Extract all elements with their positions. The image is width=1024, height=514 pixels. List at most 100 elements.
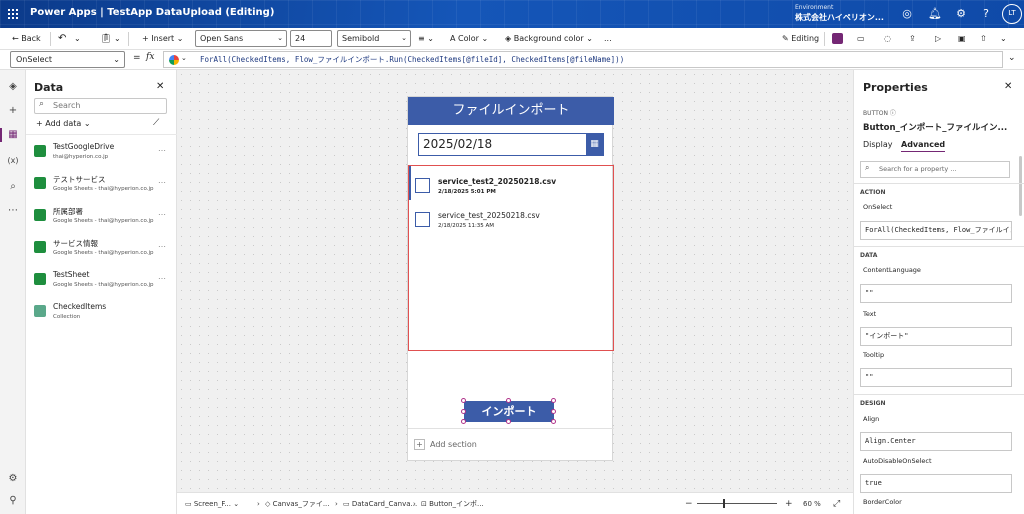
data-source-item[interactable]: CheckedItems Collection — [34, 302, 174, 334]
property-value-input[interactable]: Align.Center — [860, 432, 1012, 451]
comment-icon[interactable]: ▭ — [857, 31, 865, 47]
chevron-down-icon[interactable]: ⌄ — [1000, 31, 1007, 47]
breadcrumb-screen[interactable]: ▭ Screen_F... ⌄ — [185, 498, 239, 510]
more-button[interactable]: ... — [604, 31, 612, 47]
scrollbar[interactable] — [1019, 156, 1022, 216]
data-source-item[interactable]: TestGoogleDrive thai@hyperion.co.jp… — [34, 142, 174, 174]
data-icon[interactable]: ▦ — [6, 128, 20, 142]
property-value-input[interactable]: ForAll(CheckedItems, Flow_ファイルイン... — [860, 221, 1012, 240]
data-source-item[interactable]: 所属部署 Google Sheets - thai@hyperion.co.jp… — [34, 206, 174, 238]
property-value-input[interactable]: "インポート" — [860, 327, 1012, 346]
avatar[interactable]: LT — [1002, 4, 1022, 24]
copilot-formula-icon[interactable] — [169, 55, 179, 65]
gallery-item[interactable]: service_test2_20250218.csv 2/18/2025 5:01… — [415, 170, 605, 204]
search-icon[interactable]: ⌕ — [6, 180, 20, 194]
background-color-button[interactable]: ◈ Background color ⌄ — [505, 31, 593, 47]
data-source-item[interactable]: サービス情報 Google Sheets - thai@hyperion.co.j… — [34, 238, 174, 270]
resize-handle[interactable] — [461, 409, 466, 414]
resize-handle[interactable] — [551, 409, 556, 414]
account-icon[interactable]: ⚲ — [6, 494, 20, 508]
font-family-select[interactable]: Open Sans ⌄ — [195, 30, 287, 47]
search-input[interactable]: Search — [34, 98, 167, 114]
settings-icon[interactable]: ⚙ — [6, 472, 20, 486]
design-canvas[interactable]: ファイルインポート 2025/02/18 ▦ service_test2_202… — [177, 70, 853, 492]
text-align-button[interactable]: ≡ ⌄ — [418, 31, 434, 47]
property-search-input[interactable]: Search for a property ... — [860, 161, 1010, 178]
insert-button[interactable]: + Insert ⌄ — [142, 31, 183, 47]
tab-display[interactable]: Display — [863, 140, 893, 149]
data-source-item[interactable]: TestSheet Google Sheets - thai@hyperion.c… — [34, 270, 174, 302]
notification-icon[interactable]: 🔔︎ — [928, 7, 942, 21]
more-icon[interactable]: ⋯ — [6, 204, 20, 218]
play-icon[interactable]: ▷ — [935, 31, 941, 47]
property-value-input[interactable]: true — [860, 474, 1012, 493]
settings-icon[interactable]: ⚙ — [954, 7, 968, 21]
chevron-down-icon[interactable]: ⌄ — [74, 31, 81, 47]
paste-icon[interactable]: 📋︎ — [100, 31, 111, 47]
gallery-item[interactable]: service_test_20250218.csv 2/18/2025 11:35… — [415, 204, 605, 238]
help-icon[interactable]: ? — [979, 7, 993, 21]
broom-icon[interactable]: ⟋ — [153, 118, 159, 128]
resize-handle[interactable] — [506, 398, 511, 403]
resize-handle[interactable] — [461, 419, 466, 424]
variables-icon[interactable]: (x) — [6, 154, 20, 168]
property-select[interactable]: OnSelect ⌄ — [10, 51, 125, 68]
app-launcher-icon[interactable] — [8, 9, 18, 19]
control-name[interactable]: Button_インポート_ファイルイン... — [863, 121, 1007, 133]
save-icon[interactable]: ▣ — [958, 31, 966, 47]
add-data-button[interactable]: + Add data ⌄ — [36, 119, 91, 128]
font-weight-select[interactable]: Semibold ⌄ — [337, 30, 411, 47]
layers-icon[interactable]: ◈ — [6, 80, 20, 94]
expand-formula-icon[interactable]: ⌄ — [1008, 53, 1016, 63]
tab-advanced[interactable]: Advanced — [901, 140, 946, 152]
undo-icon[interactable]: ↶ — [58, 31, 66, 47]
zoom-slider[interactable] — [697, 503, 777, 504]
power-apps-icon[interactable] — [832, 33, 843, 44]
chevron-down-icon[interactable]: ⌄ — [181, 54, 187, 62]
resize-handle[interactable] — [461, 398, 466, 403]
breadcrumb-canvas[interactable]: ◇ Canvas_ファイ... — [265, 498, 330, 510]
editing-mode-button[interactable]: ✎ Editing — [782, 31, 819, 47]
chevron-down-icon[interactable]: ⌄ — [114, 31, 121, 47]
control-type: BUTTON ⓘ — [863, 108, 896, 117]
chat-icon[interactable]: ◌ — [884, 31, 891, 47]
more-options-icon[interactable]: … — [158, 144, 166, 153]
file-checkbox[interactable] — [415, 212, 430, 227]
more-options-icon[interactable]: … — [158, 272, 166, 281]
breadcrumb-datacard[interactable]: ▭ DataCard_Canva... — [343, 498, 417, 510]
close-icon[interactable]: ✕ — [1004, 81, 1012, 92]
publish-icon[interactable]: ⇧ — [980, 31, 987, 47]
copilot-icon[interactable]: ◎ — [900, 7, 914, 21]
zoom-in-button[interactable]: + — [785, 498, 793, 510]
more-options-icon[interactable]: … — [158, 240, 166, 249]
fit-screen-icon[interactable]: ⤢ — [833, 498, 840, 510]
add-section-button[interactable]: + Add section — [408, 428, 614, 461]
calendar-icon[interactable]: ▦ — [586, 134, 603, 155]
color-button[interactable]: A Color ⌄ — [450, 31, 488, 47]
insert-icon[interactable]: + — [6, 104, 20, 118]
share-icon[interactable]: ⇪ — [909, 31, 916, 47]
font-size-input[interactable]: 24 — [290, 30, 332, 47]
zoom-out-button[interactable]: − — [685, 498, 693, 510]
more-options-icon[interactable]: … — [158, 208, 166, 217]
properties-panel: Properties ✕ BUTTON ⓘ Button_インポート_ファイルイ… — [853, 70, 1024, 514]
environment-picker[interactable]: Environment 株式会社ハイペリオン... — [795, 3, 884, 23]
resize-handle[interactable] — [506, 419, 511, 424]
file-gallery[interactable]: service_test2_20250218.csv 2/18/2025 5:01… — [408, 165, 614, 351]
property-value-input[interactable]: "" — [860, 284, 1012, 303]
resize-handle[interactable] — [551, 398, 556, 403]
help-icon[interactable]: ⓘ — [890, 110, 896, 117]
file-checkbox[interactable] — [415, 178, 430, 193]
close-icon[interactable]: ✕ — [156, 81, 164, 92]
date-picker[interactable]: 2025/02/18 ▦ — [418, 133, 604, 156]
formula-input[interactable]: ForAll(CheckedItems, Flow_ファイルインポート.Run(… — [163, 51, 1003, 68]
app-screen[interactable]: ファイルインポート 2025/02/18 ▦ service_test2_202… — [407, 96, 614, 461]
property-value-input[interactable]: "" — [860, 368, 1012, 387]
chevron-down-icon: ⌄ — [176, 34, 184, 43]
resize-handle[interactable] — [551, 419, 556, 424]
zoom-slider-thumb[interactable] — [723, 499, 725, 508]
more-options-icon[interactable]: … — [158, 176, 166, 185]
breadcrumb-button[interactable]: ⊡ Button_インポ... — [421, 498, 484, 510]
back-button[interactable]: ← Back — [12, 31, 41, 47]
data-source-item[interactable]: テストサービス Google Sheets - thai@hyperion.co.… — [34, 174, 174, 206]
